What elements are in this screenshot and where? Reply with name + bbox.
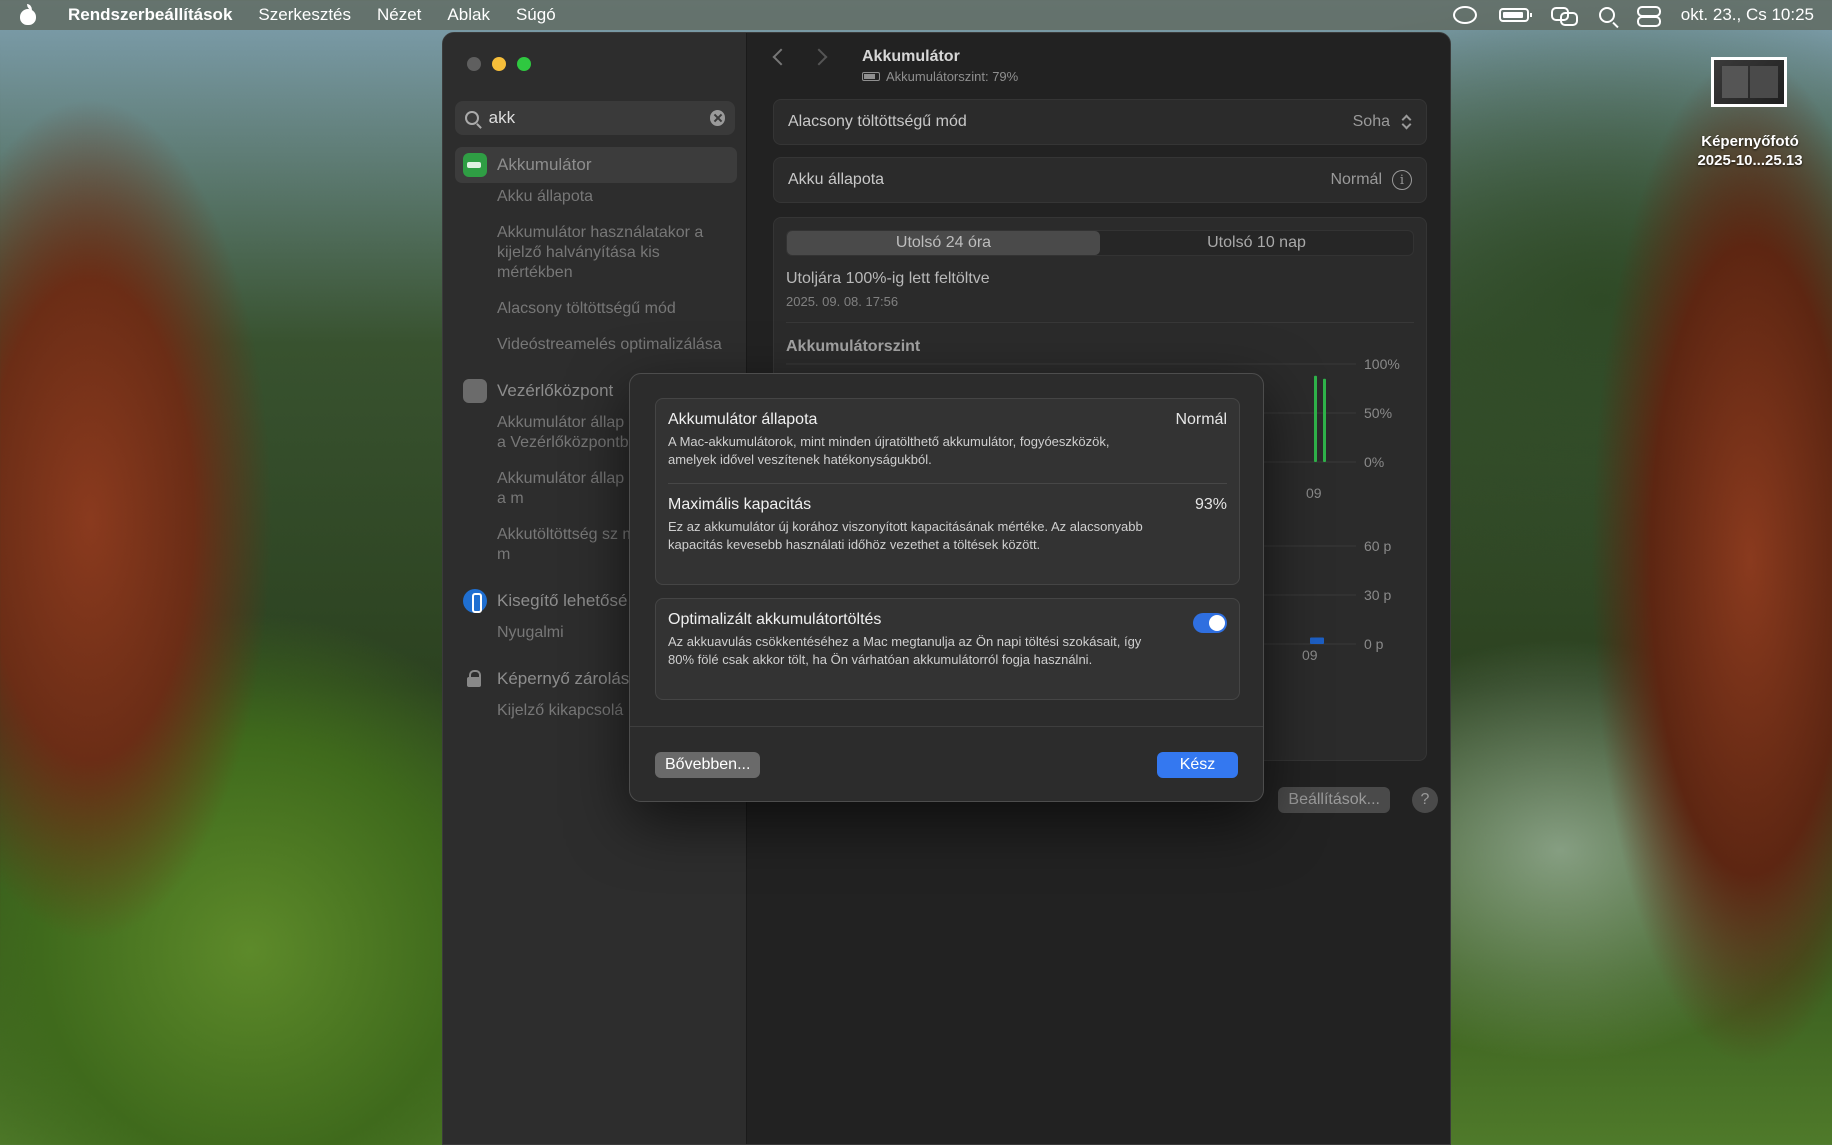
sidebar-item-label: Vezérlőközpont <box>497 381 614 400</box>
battery-icon[interactable] <box>1498 8 1532 22</box>
max-capacity-title: Maximális kapacitás <box>668 496 812 513</box>
page-title: Akkumulátor <box>862 48 960 65</box>
apple-menu-icon[interactable] <box>18 4 38 26</box>
accessibility-icon <box>463 589 487 613</box>
health-status-value: Normál <box>1175 411 1227 428</box>
result-dim-display[interactable]: Akkumulátor használatakor a kijelző halv… <box>455 219 737 287</box>
battery-health-label: Akku állapota <box>788 171 885 188</box>
battery-health-value-wrap: Normál i <box>1330 170 1412 190</box>
screen-mirroring-icon[interactable] <box>1550 7 1578 26</box>
battery-level-text: Akkumulátorszint: 79% <box>886 69 1019 84</box>
x-tick-label: 09 <box>1302 647 1318 663</box>
card-separator <box>668 483 1227 484</box>
search-input[interactable] <box>488 108 710 128</box>
close-window-button[interactable] <box>467 57 481 71</box>
result-battery-health[interactable]: Akku állapota <box>455 183 737 211</box>
health-status-title: Akkumulátor állapota <box>668 411 818 428</box>
learn-more-button[interactable]: Bővebben... <box>655 752 761 778</box>
chart-bar <box>1323 378 1326 462</box>
lock-icon <box>463 667 487 691</box>
battery-level-icon <box>862 72 880 81</box>
max-capacity-desc: Ez az akkumulátor új korához viszonyítot… <box>668 519 1143 552</box>
low-power-mode-row: Alacsony töltöttségű mód Soha <box>773 99 1427 145</box>
health-info-card: Akkumulátor állapota Normál A Mac-akkumu… <box>655 398 1240 585</box>
sidebar-item-battery[interactable]: Akkumulátor <box>455 147 737 183</box>
optimized-charging-row: Optimalizált akkumulátortöltés Az akkuav… <box>668 611 1227 669</box>
creative-cloud-icon[interactable] <box>1452 6 1477 24</box>
clear-search-icon[interactable] <box>709 110 725 126</box>
result-video-streaming[interactable]: Videóstreamelés optimalizálása <box>455 331 737 359</box>
zoom-window-button[interactable] <box>517 57 531 71</box>
x-tick-label: 09 <box>1306 485 1322 501</box>
chevron-up-down-icon <box>1400 113 1412 131</box>
y-tick-label: 50% <box>1364 405 1392 421</box>
result-low-power-mode[interactable]: Alacsony töltöttségű mód <box>455 295 737 323</box>
menu-edit[interactable]: Szerkesztés <box>258 5 351 25</box>
menu-help[interactable]: Súgó <box>516 5 556 25</box>
y-tick-label: 60 p <box>1364 538 1391 554</box>
y-tick-label: 100% <box>1364 356 1400 372</box>
sheet-divider <box>630 726 1263 727</box>
control-center-icon <box>463 379 487 403</box>
low-power-mode-value: Soha <box>1352 113 1390 130</box>
max-capacity-row: Maximális kapacitás 93% Ez az akkumuláto… <box>668 496 1227 554</box>
page-subtitle: Akkumulátorszint: 79% <box>862 69 1018 84</box>
minimize-window-button[interactable] <box>492 57 506 71</box>
menu-clock[interactable]: okt. 23., Cs 10:25 <box>1681 5 1814 25</box>
menu-extras: okt. 23., Cs 10:25 <box>1452 5 1814 27</box>
sidebar-item-label: Képernyő zárolás <box>497 669 630 688</box>
optimized-charging-toggle[interactable] <box>1193 613 1227 633</box>
y-tick-label: 0% <box>1364 454 1384 470</box>
menu-bar: Rendszerbeállítások Szerkesztés Nézet Ab… <box>0 0 1832 30</box>
info-icon[interactable]: i <box>1392 170 1412 190</box>
screenshot-file-thumbnail[interactable] <box>1711 57 1787 107</box>
battery-health-row: Akku állapota Normál i <box>773 157 1427 203</box>
optimized-charging-card: Optimalizált akkumulátortöltés Az akkuav… <box>655 598 1240 700</box>
back-chevron-icon[interactable] <box>772 48 790 66</box>
search-icon <box>465 111 479 125</box>
low-power-mode-label: Alacsony töltöttségű mód <box>788 113 967 130</box>
y-tick-label: 30 p <box>1364 587 1391 603</box>
low-power-mode-select[interactable]: Soha <box>1353 113 1412 131</box>
menu-window[interactable]: Ablak <box>447 5 490 25</box>
chart-bar <box>1314 375 1317 462</box>
sidebar-search <box>455 101 735 135</box>
optimized-charging-desc: Az akkuavulás csökkentéséhez a Mac megta… <box>668 634 1142 667</box>
nav-arrows <box>772 48 828 66</box>
forward-chevron-icon[interactable] <box>810 48 828 66</box>
health-status-row: Akkumulátor állapota Normál A Mac-akkumu… <box>668 411 1227 469</box>
sidebar-item-label: Kisegítő lehetősé <box>497 591 628 610</box>
screenshot-file-label[interactable]: Képernyőfotó 2025-10...25.13 <box>1660 132 1832 170</box>
battery-health-sheet: Akkumulátor állapota Normál A Mac-akkumu… <box>629 373 1264 802</box>
max-capacity-value: 93% <box>1194 496 1227 513</box>
y-tick-label: 0 p <box>1364 636 1384 652</box>
options-button[interactable]: Beállítások... <box>1278 787 1390 813</box>
window-controls <box>467 57 531 71</box>
result-group-battery: Akkumulátor Akku állapota Akkumulátor ha… <box>455 147 737 359</box>
file-label-line2: 2025-10...25.13 <box>1697 152 1803 169</box>
menu-app-name[interactable]: Rendszerbeállítások <box>68 5 232 25</box>
help-button[interactable]: ? <box>1412 787 1438 813</box>
control-center-icon[interactable] <box>1636 6 1661 27</box>
chart-bar <box>1310 637 1324 644</box>
battery-health-value: Normál <box>1330 171 1382 188</box>
optimized-charging-title: Optimalizált akkumulátortöltés <box>668 611 882 628</box>
battery-icon <box>463 153 487 177</box>
sidebar-item-label: Akkumulátor <box>497 155 592 174</box>
spotlight-icon[interactable] <box>1598 7 1615 23</box>
file-label-line1: Képernyőfotó <box>1701 133 1799 150</box>
health-status-desc: A Mac-akkumulátorok, mint minden újratöl… <box>668 434 1110 467</box>
done-button[interactable]: Kész <box>1157 752 1238 778</box>
menu-view[interactable]: Nézet <box>377 5 421 25</box>
